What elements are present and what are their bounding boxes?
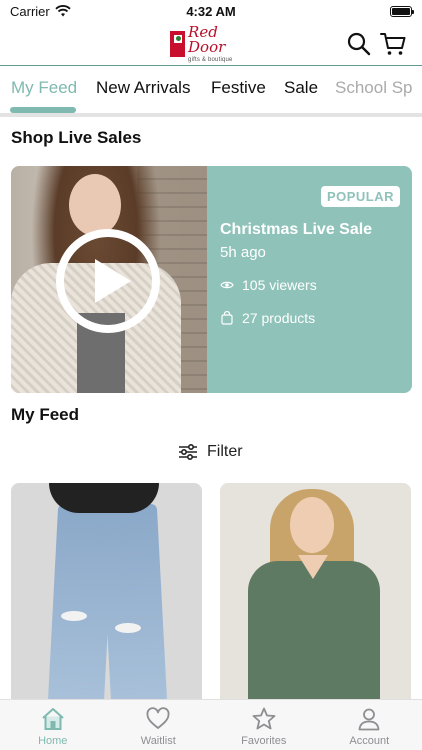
filter-button[interactable]: Filter [178,443,243,461]
product-card-jeans[interactable] [11,483,202,708]
live-sales-title: Shop Live Sales [11,128,142,147]
home-icon [42,708,64,730]
tab-sale[interactable]: Sale [284,78,318,98]
logo-name: Red Door [188,23,226,56]
brand-logo[interactable]: Red Door gifts & boutique [170,23,254,63]
tab-new-arrivals[interactable]: New Arrivals [96,78,190,98]
sliders-icon [179,444,197,460]
play-button[interactable] [56,229,160,333]
my-feed-title: My Feed [11,405,80,424]
nav-favorites-label: Favorites [241,735,287,747]
nav-favorites[interactable]: Favorites [211,700,317,750]
cart-icon [380,33,406,55]
product-card-tshirt[interactable] [220,483,411,708]
search-button[interactable] [346,31,372,57]
status-time: 4:32 AM [186,3,236,19]
heart-icon [146,707,170,729]
nav-waitlist-label: Waitlist [140,735,176,747]
live-sale-card[interactable]: POPULAR Christmas Live Sale 5h ago 105 v… [11,166,412,393]
category-tabs: My Feed New Arrivals Festive Sale School… [0,67,422,113]
tab-school-spirit[interactable]: School Sp [335,78,413,98]
status-bar: Carrier 4:32 AM [0,0,422,22]
battery-icon [390,5,414,17]
nav-home-label: Home [38,735,68,747]
person-icon [358,708,380,731]
live-sale-title: Christmas Live Sale [220,221,373,238]
filter-label: Filter [207,443,243,460]
play-icon [94,259,131,303]
tab-my-feed[interactable]: My Feed [11,78,77,98]
eye-icon [220,281,234,289]
tabs-divider [0,113,422,117]
tab-festive[interactable]: Festive [211,78,266,98]
carrier-label: Carrier [10,3,50,19]
nav-home[interactable]: Home [0,700,106,750]
live-sale-video-thumbnail[interactable] [11,166,207,393]
products-stat: 27 products [220,310,315,326]
status-left: Carrier [10,4,130,19]
status-right [292,5,414,17]
products-count: 27 products [242,310,316,326]
search-icon [347,32,371,56]
bottom-tab-bar: Home Waitlist Favorites Account [0,699,422,750]
app-header: Red Door gifts & boutique [0,22,422,66]
shopping-bag-icon [221,311,233,325]
door-icon [170,31,186,57]
nav-account[interactable]: Account [317,700,422,750]
viewers-stat: 105 viewers [220,277,317,293]
logo-subtitle: gifts & boutique [188,57,233,63]
live-sale-info: POPULAR Christmas Live Sale 5h ago 105 v… [207,166,412,393]
wifi-icon [55,5,71,17]
popular-badge: POPULAR [320,186,400,207]
viewers-count: 105 viewers [242,277,317,293]
nav-waitlist[interactable]: Waitlist [106,700,212,750]
cart-button[interactable] [380,31,406,57]
nav-account-label: Account [349,735,390,747]
live-sale-time: 5h ago [220,244,266,261]
star-icon [252,707,276,730]
